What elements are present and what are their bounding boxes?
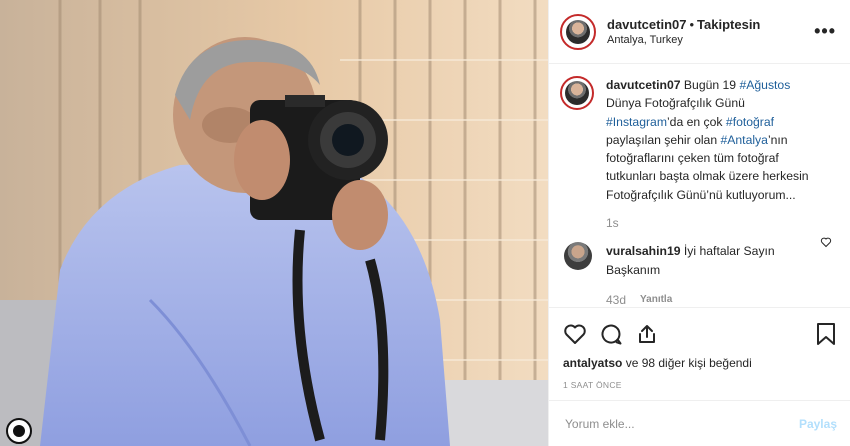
post-comment-button[interactable]: Paylaş <box>799 417 837 431</box>
likes-username[interactable]: antalyatso <box>563 356 622 370</box>
likes-count-text[interactable]: ve 98 diğer kişi beğendi <box>622 356 752 370</box>
reply-username[interactable]: vuralsahin19 <box>606 244 681 258</box>
caption-part: Bugün 19 <box>683 78 740 92</box>
caption-part: ’da en çok <box>666 114 726 129</box>
reply-text: vuralsahin19 İyi haftalar Sayın Başkanım <box>606 242 806 279</box>
hashtag-link[interactable]: #Instagram <box>606 115 667 129</box>
post-actions: antalyatso ve 98 diğer kişi beğendi 1 SA… <box>549 307 850 390</box>
caption-part: paylaşılan şehir olan <box>606 132 721 147</box>
author-info: davutcetin07 • Takiptesin Antalya, Turkey <box>607 16 814 48</box>
likes-summary: antalyatso ve 98 diğer kişi beğendi <box>563 356 837 370</box>
post-timestamp[interactable]: 1 SAAT ÖNCE <box>563 380 837 390</box>
author-username[interactable]: davutcetin07 <box>607 17 686 32</box>
comment-composer: Paylaş <box>549 400 850 446</box>
post-photo[interactable] <box>0 0 548 446</box>
instagram-post: davutcetin07 • Takiptesin Antalya, Turkey … <box>0 0 850 446</box>
user-tag-icon[interactable] <box>6 418 32 444</box>
more-horizontal-icon[interactable]: ••• <box>814 21 836 42</box>
hashtag-link[interactable]: #Antalya <box>721 133 768 147</box>
post-side-panel: davutcetin07 • Takiptesin Antalya, Turkey … <box>548 0 850 446</box>
comments-section: davutcetin07 Bugün 19 #Ağustos Dünya Fot… <box>549 64 850 307</box>
caption-age: 1s <box>606 216 619 231</box>
heart-icon[interactable] <box>563 322 587 346</box>
caption-comment: davutcetin07 Bugün 19 #Ağustos Dünya Fot… <box>560 76 836 232</box>
caption-avatar[interactable] <box>560 76 594 110</box>
hashtag-link[interactable]: #Ağustos <box>739 78 790 92</box>
reply-comment: vuralsahin19 İyi haftalar Sayın Başkanım… <box>560 242 836 309</box>
hashtag-link[interactable]: #fotoğraf <box>726 115 774 129</box>
share-icon[interactable] <box>635 322 659 346</box>
comment-icon[interactable] <box>599 322 623 346</box>
caption-username[interactable]: davutcetin07 <box>606 78 681 92</box>
reply-avatar[interactable] <box>564 242 592 271</box>
post-header: davutcetin07 • Takiptesin Antalya, Turkey … <box>549 0 850 64</box>
photo-illustration <box>0 0 548 446</box>
caption-part: Dünya Fotoğrafçılık Günü <box>606 96 745 111</box>
follow-status[interactable]: Takiptesin <box>697 17 760 32</box>
post-location[interactable]: Antalya, Turkey <box>607 33 814 48</box>
comment-input[interactable] <box>563 415 799 432</box>
caption-text: davutcetin07 Bugün 19 #Ağustos Dünya Fot… <box>606 76 816 204</box>
header-separator: • <box>689 16 695 32</box>
author-avatar[interactable] <box>560 13 596 50</box>
like-comment-heart-icon[interactable] <box>820 236 832 248</box>
bookmark-icon[interactable] <box>815 322 837 346</box>
